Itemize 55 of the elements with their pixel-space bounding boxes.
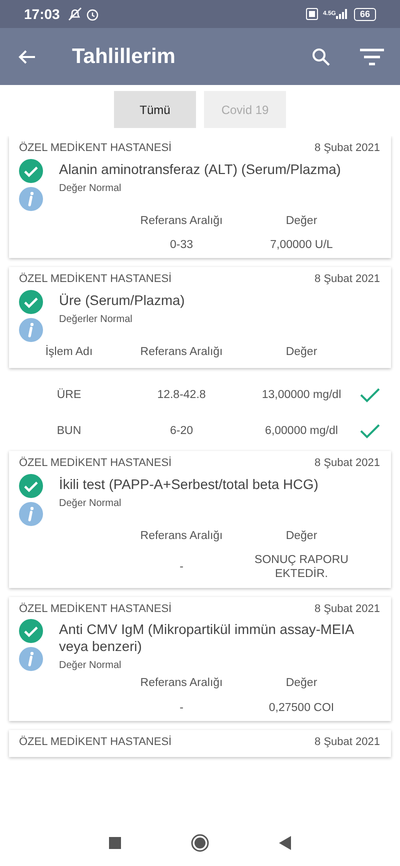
- result-date: 8 Şubat 2021: [314, 735, 380, 750]
- hospital-name: ÖZEL MEDİKENT HASTANESİ: [19, 456, 172, 472]
- hospital-name: ÖZEL MEDİKENT HASTANESİ: [19, 272, 172, 288]
- info-icon: [19, 318, 43, 342]
- table-cell-text: 12.8-42.8: [156, 388, 207, 403]
- column-header: Değer: [284, 528, 318, 544]
- alarm-icon: [86, 8, 99, 20]
- result-date: 8 Şubat 2021: [314, 456, 380, 472]
- result-date: 8 Şubat 2021: [314, 141, 380, 156]
- table-cell-text: 6-20: [168, 424, 194, 439]
- column-header: Değer: [284, 214, 318, 228]
- test-title: Üre (Serum/Plazma): [59, 292, 185, 310]
- column-header: Değer: [284, 676, 318, 692]
- table-cell-text: 6,00000 mg/dl: [264, 424, 339, 439]
- column-header: Referans Aralığı: [139, 214, 224, 228]
- status-text: Değer Normal: [59, 659, 122, 674]
- table-cell-text: BUN: [56, 424, 82, 439]
- test-title: Alanin aminotransferaz (ALT) (Serum/Plazma): [59, 162, 341, 178]
- info-icon: [19, 647, 43, 672]
- battery-indicator: 66: [354, 8, 376, 20]
- column-header: Değer: [284, 344, 318, 360]
- muted-bell-icon: [68, 7, 82, 21]
- table-cell-text: 7,00000 U/L: [269, 238, 334, 252]
- home-button[interactable]: [191, 834, 209, 852]
- table-cell-text: -: [178, 560, 184, 575]
- table-cell-text: -: [178, 700, 184, 716]
- search-icon[interactable]: [312, 48, 330, 66]
- table-cell-text: 0-33: [168, 238, 194, 252]
- signal-icon: [336, 9, 348, 19]
- table-cell-text: ÜRE: [56, 387, 82, 403]
- hospital-name: ÖZEL MEDİKENT HASTANESİ: [19, 734, 172, 750]
- table-cell-text: 0,27500 COI: [268, 700, 336, 716]
- status-text: Değerler Normal: [59, 313, 134, 328]
- test-title: Anti CMV IgM (Mikropartikül immün assay-MEIA veya benzeri): [59, 622, 355, 656]
- status-time: 17:03: [24, 4, 60, 24]
- test-title: İkili test (PAPP-A+Serbest/total beta HCG): [59, 476, 318, 494]
- hospital-name: ÖZEL MEDİKENT HASTANESİ: [19, 602, 172, 617]
- status-text: Değer Normal: [59, 182, 122, 196]
- hospital-name: ÖZEL MEDİKENT HASTANESİ: [19, 140, 172, 156]
- result-date: 8 Şubat 2021: [314, 272, 380, 288]
- page-title: Tahlillerim: [72, 44, 176, 70]
- status-text: Değer Normal: [59, 497, 122, 512]
- filter-icon[interactable]: [360, 48, 384, 66]
- column-header: Referans Aralığı: [139, 528, 224, 544]
- column-header: İşlem Adı: [44, 344, 94, 360]
- back-arrow-icon[interactable]: [18, 48, 36, 64]
- column-header: Referans Aralığı: [139, 344, 224, 360]
- info-icon: [19, 186, 43, 210]
- table-cell-text: SONUÇ RAPORU EKTEDİR.: [254, 553, 350, 582]
- table-cell-text: 13,00000 mg/dl: [260, 388, 342, 403]
- info-icon: [19, 502, 43, 526]
- result-date: 8 Şubat 2021: [314, 602, 380, 617]
- back-button[interactable]: [279, 836, 291, 850]
- column-header: Referans Aralığı: [139, 676, 224, 692]
- filter-tab[interactable]: Tümü: [114, 91, 196, 128]
